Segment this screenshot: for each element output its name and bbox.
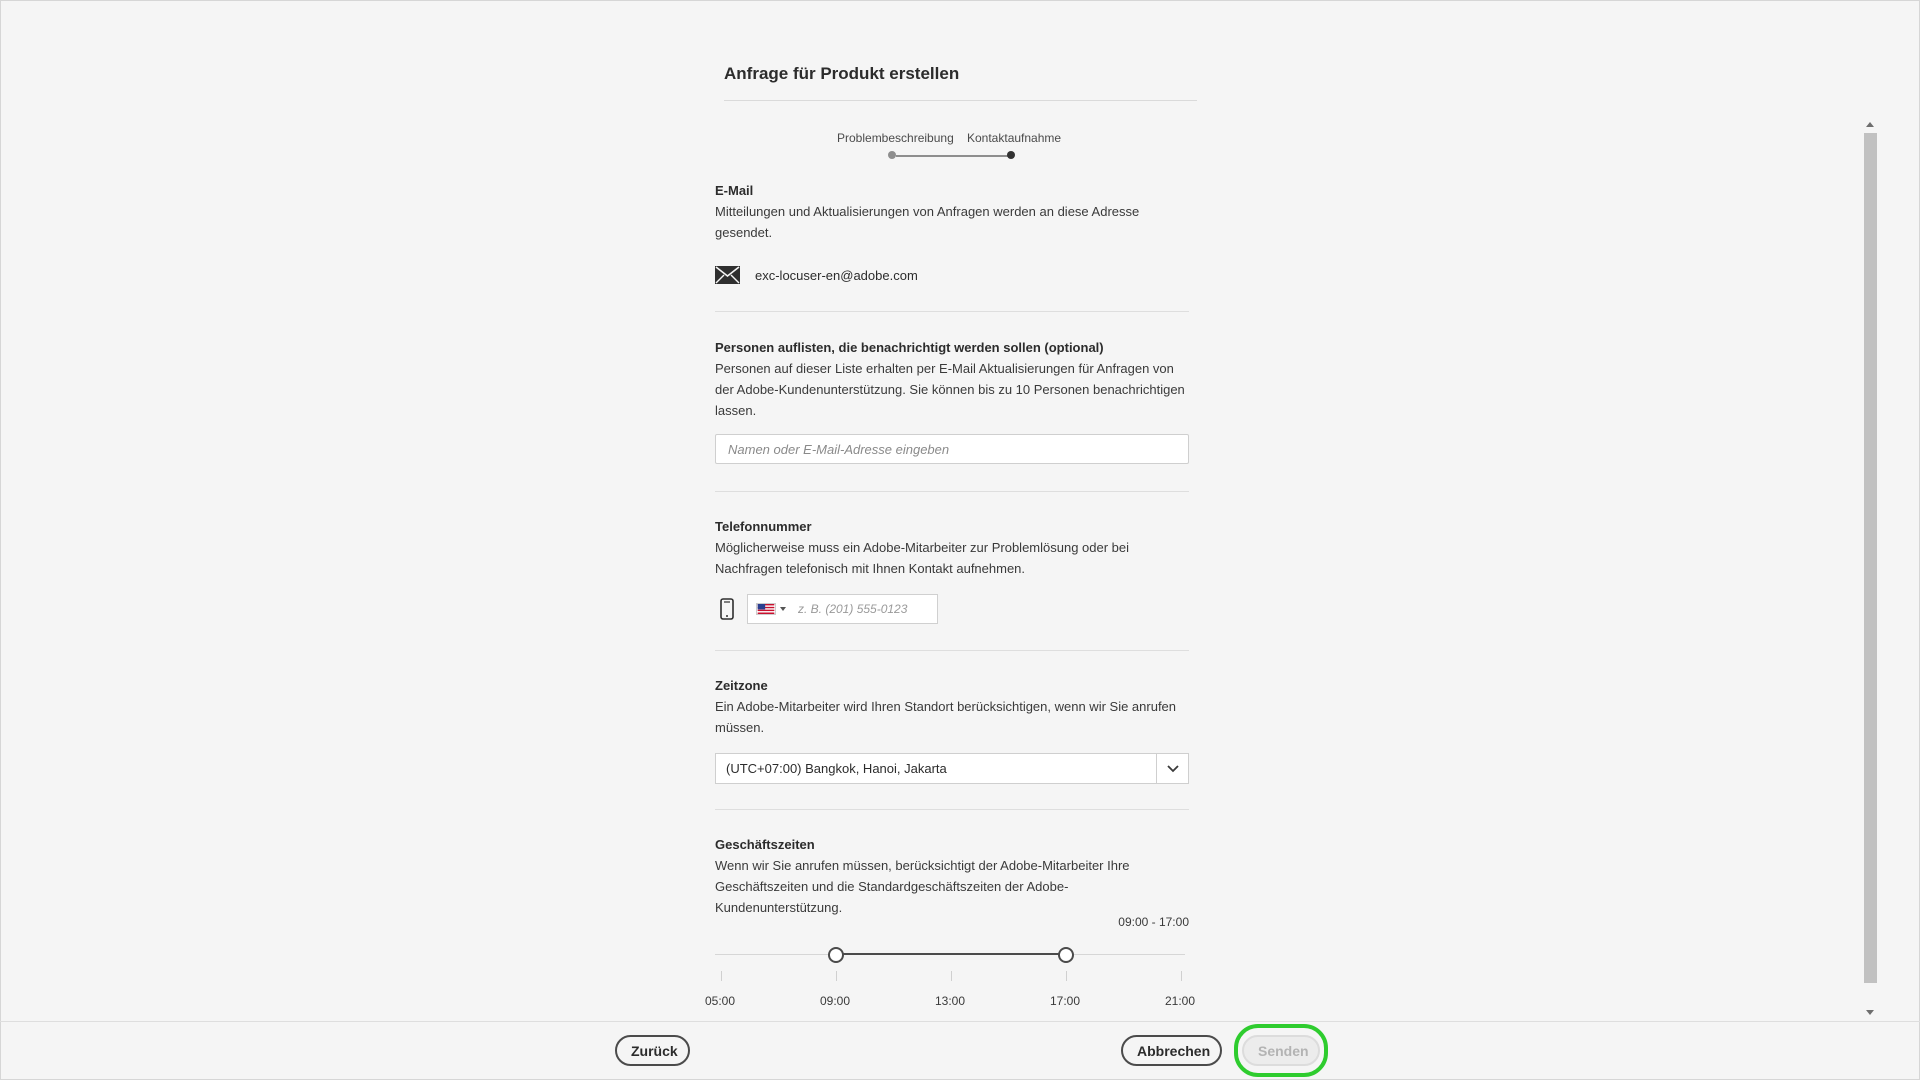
slider-handle-start[interactable]: [828, 947, 844, 963]
slider-selected-range: [836, 953, 1066, 955]
timezone-heading: Zeitzone: [715, 678, 768, 693]
hours-range-label: 09:00 - 17:00: [1118, 915, 1189, 929]
slider-tick: [951, 971, 952, 981]
notify-people-input[interactable]: [715, 434, 1189, 464]
hours-heading: Geschäftszeiten: [715, 837, 815, 852]
chevron-down-icon[interactable]: [780, 607, 786, 611]
divider: [715, 650, 1189, 651]
scroll-down-arrow-icon[interactable]: [1866, 1010, 1874, 1015]
envelope-icon: [715, 266, 740, 284]
notify-description: Personen auf dieser Liste erhalten per E…: [715, 361, 1185, 418]
divider: [715, 809, 1189, 810]
slider-tick-label: 05:00: [705, 994, 736, 1008]
notify-heading: Personen auflisten, die benachrichtigt w…: [715, 340, 1104, 355]
chevron-down-icon[interactable]: [1156, 754, 1188, 783]
slider-tick: [836, 971, 837, 981]
back-button[interactable]: Zurück: [615, 1035, 690, 1066]
us-flag-icon[interactable]: [756, 603, 776, 615]
title-divider: [724, 100, 1197, 101]
phone-heading: Telefonnummer: [715, 519, 812, 534]
phone-description: Möglicherweise muss ein Adobe-Mitarbeite…: [715, 540, 1130, 576]
email-address: exc-locuser-en@adobe.com: [755, 267, 918, 283]
mobile-phone-icon: [720, 598, 734, 620]
footer-divider: [0, 1021, 1920, 1022]
cancel-button[interactable]: Abbrechen: [1121, 1035, 1222, 1066]
timezone-select[interactable]: (UTC+07:00) Bangkok, Hanoi, Jakarta: [715, 753, 1189, 784]
email-heading: E-Mail: [715, 183, 754, 198]
step-problembeschreibung[interactable]: Problembeschreibung: [837, 131, 954, 145]
email-display: exc-locuser-en@adobe.com: [715, 266, 918, 284]
step-kontaktaufnahme: Kontaktaufnahme: [967, 131, 1062, 145]
scroll-up-arrow-icon[interactable]: [1866, 122, 1874, 127]
slider-tick: [1181, 971, 1182, 981]
send-button-highlight: [1234, 1024, 1328, 1077]
timezone-description: Ein Adobe-Mitarbeiter wird Ihren Standor…: [715, 699, 1177, 735]
stepper-line: [896, 155, 1012, 157]
phone-number-input[interactable]: [796, 595, 930, 623]
page-title: Anfrage für Produkt erstellen: [724, 64, 960, 83]
slider-tick-label: 13:00: [935, 994, 966, 1008]
scrollbar-thumb[interactable]: [1864, 133, 1877, 983]
slider-tick: [721, 971, 722, 981]
slider-tick-label: 21:00: [1165, 994, 1196, 1008]
step-dot-active: [1007, 151, 1015, 159]
timezone-selected-value: (UTC+07:00) Bangkok, Hanoi, Jakarta: [726, 761, 947, 776]
phone-field: [747, 594, 938, 624]
slider-tick-label: 09:00: [820, 994, 851, 1008]
divider: [715, 491, 1189, 492]
slider-handle-end[interactable]: [1058, 947, 1074, 963]
slider-tick-label: 17:00: [1050, 994, 1081, 1008]
step-dot-done: [888, 151, 896, 159]
slider-tick: [1066, 971, 1067, 981]
divider: [715, 311, 1189, 312]
hours-description: Wenn wir Sie anrufen müssen, berücksicht…: [715, 858, 1130, 915]
email-description: Mitteilungen und Aktualisierungen von An…: [715, 204, 1140, 240]
